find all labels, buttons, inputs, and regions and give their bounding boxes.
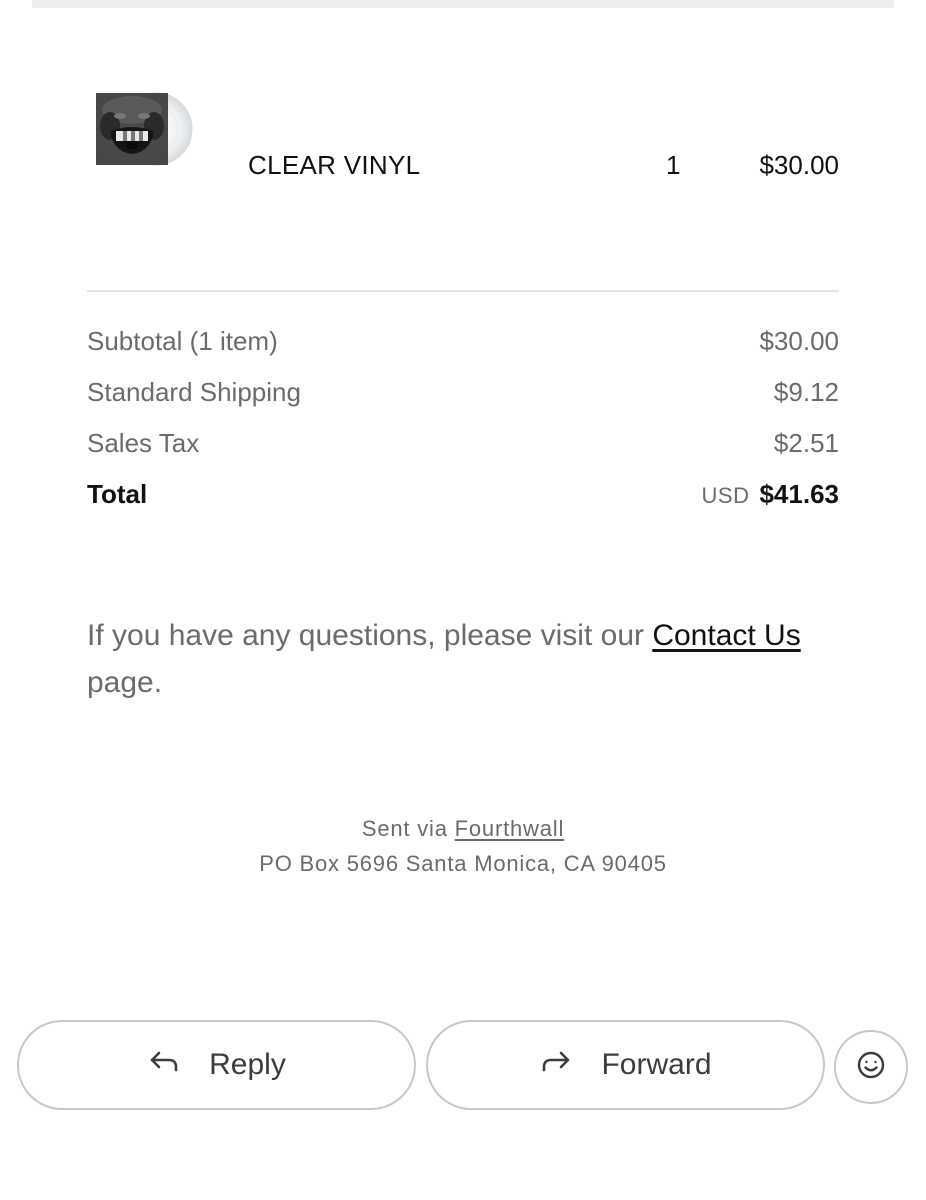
- reply-label: Reply: [209, 1048, 286, 1081]
- forward-arrow-icon: [539, 1044, 573, 1086]
- emoji-reaction-button[interactable]: [834, 1030, 908, 1104]
- questions-text-before: If you have any questions, please visit …: [87, 619, 653, 652]
- smiley-icon: [856, 1050, 886, 1085]
- top-divider-bar: [32, 0, 894, 8]
- questions-text-after: page.: [87, 666, 163, 699]
- total-amount: USD $41.63: [702, 479, 839, 510]
- subtotal-value: $30.00: [759, 326, 839, 356]
- subtotal-label: Subtotal (1 item): [87, 326, 278, 356]
- subtotal-row: Subtotal (1 item) $30.00: [87, 326, 839, 357]
- shipping-row: Standard Shipping $9.12: [87, 377, 839, 408]
- sent-via-label: Sent via: [361, 816, 455, 841]
- tax-label: Sales Tax: [87, 428, 200, 458]
- total-label: Total: [87, 479, 148, 509]
- product-quantity: 1: [666, 150, 681, 180]
- shipping-label: Standard Shipping: [87, 377, 301, 407]
- tax-value: $2.51: [773, 428, 839, 458]
- sent-via-line: Sent via Fourthwall: [0, 816, 926, 842]
- reply-button[interactable]: Reply: [17, 1020, 416, 1110]
- total-currency: USD: [701, 483, 750, 508]
- reply-arrow-icon: [147, 1044, 181, 1086]
- shipping-value: $9.12: [773, 377, 839, 407]
- footer-address: PO Box 5696 Santa Monica, CA 90405: [259, 851, 667, 876]
- fourthwall-link[interactable]: Fourthwall: [455, 816, 564, 841]
- tax-row: Sales Tax $2.51: [87, 428, 839, 459]
- summary-divider: [87, 290, 839, 292]
- questions-text: If you have any questions, please visit …: [87, 612, 847, 706]
- forward-label: Forward: [601, 1048, 712, 1081]
- product-thumbnail[interactable]: [96, 92, 196, 168]
- contact-us-link[interactable]: Contact Us: [652, 619, 800, 652]
- product-price: $30.00: [759, 150, 839, 180]
- product-name: CLEAR VINYL: [248, 150, 421, 180]
- forward-button[interactable]: Forward: [426, 1020, 825, 1110]
- total-value: $41.63: [759, 479, 839, 509]
- total-row: Total USD $41.63: [87, 479, 839, 510]
